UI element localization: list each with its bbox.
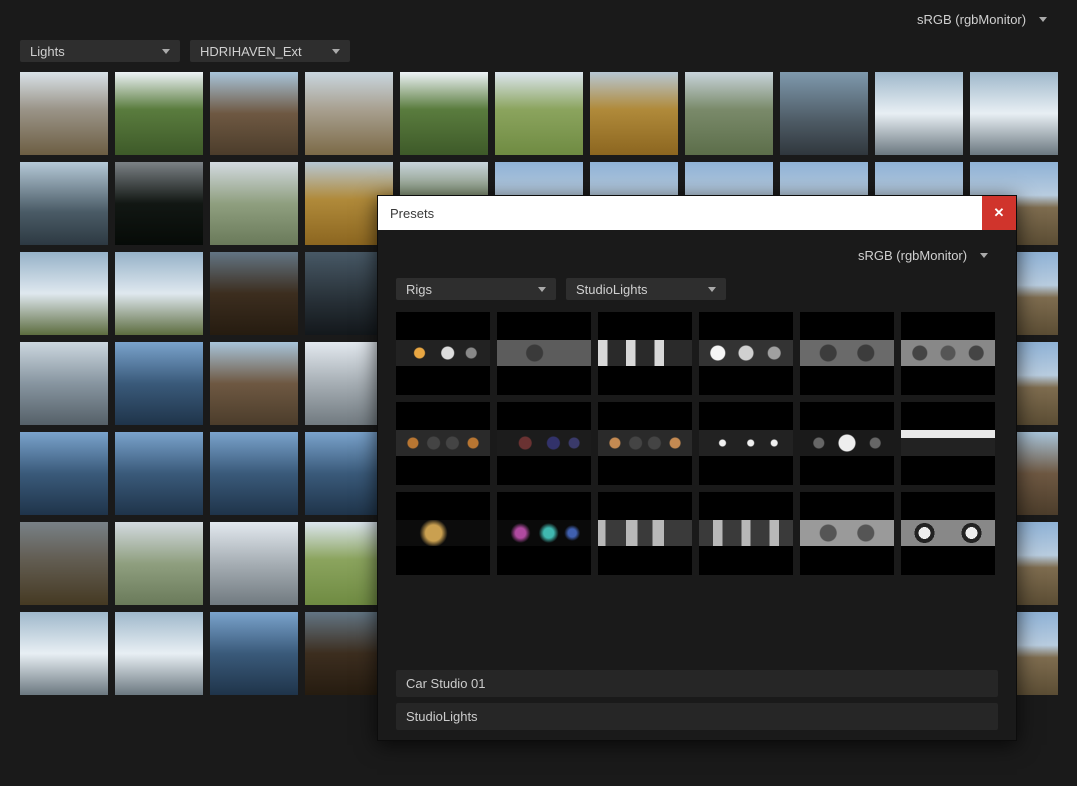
hdri-thumb[interactable]	[590, 72, 678, 155]
hdri-thumb[interactable]	[115, 522, 203, 605]
hdri-thumb[interactable]	[20, 342, 108, 425]
chevron-down-icon	[538, 287, 546, 292]
studio-thumb[interactable]	[800, 402, 894, 485]
dialog-header: Presets ✕	[378, 196, 1016, 230]
hdri-thumb[interactable]	[115, 252, 203, 335]
studio-grid	[396, 312, 998, 575]
hdri-thumb[interactable]	[875, 72, 963, 155]
studio-thumb[interactable]	[901, 312, 995, 395]
studio-thumb[interactable]	[497, 402, 591, 485]
hdri-thumb[interactable]	[210, 252, 298, 335]
studio-thumb[interactable]	[800, 492, 894, 575]
library-label: HDRIHAVEN_Ext	[200, 44, 302, 59]
chevron-down-icon	[1039, 17, 1047, 22]
studio-thumb[interactable]	[396, 312, 490, 395]
colorspace-dropdown[interactable]: sRGB (rgbMonitor)	[907, 8, 1057, 30]
hdri-thumb[interactable]	[210, 612, 298, 695]
preset-name-value: Car Studio 01	[406, 676, 486, 691]
hdri-thumb[interactable]	[210, 342, 298, 425]
studio-thumb[interactable]	[497, 312, 591, 395]
hdri-thumb[interactable]	[115, 72, 203, 155]
hdri-thumb[interactable]	[20, 432, 108, 515]
close-button[interactable]: ✕	[982, 196, 1016, 230]
hdri-thumb[interactable]	[210, 72, 298, 155]
hdri-thumb[interactable]	[780, 72, 868, 155]
hdri-thumb[interactable]	[20, 612, 108, 695]
close-icon: ✕	[994, 205, 1005, 221]
chevron-down-icon	[980, 253, 988, 258]
chevron-down-icon	[708, 287, 716, 292]
studio-thumb[interactable]	[800, 312, 894, 395]
modal-category-dropdown[interactable]: Rigs	[396, 278, 556, 300]
hdri-thumb[interactable]	[115, 432, 203, 515]
studio-thumb[interactable]	[396, 402, 490, 485]
colorspace-label: sRGB (rgbMonitor)	[917, 12, 1026, 27]
library-dropdown[interactable]: HDRIHAVEN_Ext	[190, 40, 350, 62]
hdri-thumb[interactable]	[685, 72, 773, 155]
hdri-thumb[interactable]	[115, 162, 203, 245]
studio-thumb[interactable]	[901, 402, 995, 485]
hdri-thumb[interactable]	[210, 432, 298, 515]
dialog-title: Presets	[390, 206, 434, 221]
category-label: Lights	[30, 44, 65, 59]
modal-colorspace-label: sRGB (rgbMonitor)	[858, 248, 967, 263]
hdri-thumb[interactable]	[115, 612, 203, 695]
studio-thumb[interactable]	[901, 492, 995, 575]
preset-name-field[interactable]: Car Studio 01	[396, 670, 998, 697]
hdri-thumb[interactable]	[20, 522, 108, 605]
modal-colorspace-dropdown[interactable]: sRGB (rgbMonitor)	[848, 244, 998, 266]
library-name-field[interactable]: StudioLights	[396, 703, 998, 730]
studio-thumb[interactable]	[699, 492, 793, 575]
hdri-thumb[interactable]	[305, 72, 393, 155]
modal-category-label: Rigs	[406, 282, 432, 297]
hdri-thumb[interactable]	[400, 72, 488, 155]
studio-thumb[interactable]	[497, 492, 591, 575]
hdri-thumb[interactable]	[210, 522, 298, 605]
hdri-thumb[interactable]	[20, 252, 108, 335]
studio-thumb[interactable]	[699, 402, 793, 485]
chevron-down-icon	[162, 49, 170, 54]
hdri-thumb[interactable]	[20, 162, 108, 245]
presets-dialog: Presets ✕ sRGB (rgbMonitor) Rigs StudioL…	[377, 195, 1017, 741]
studio-thumb[interactable]	[598, 402, 692, 485]
studio-thumb[interactable]	[699, 312, 793, 395]
hdri-thumb[interactable]	[115, 342, 203, 425]
chevron-down-icon	[332, 49, 340, 54]
studio-thumb[interactable]	[396, 492, 490, 575]
studio-thumb[interactable]	[598, 492, 692, 575]
modal-library-dropdown[interactable]: StudioLights	[566, 278, 726, 300]
hdri-thumb[interactable]	[970, 72, 1058, 155]
hdri-thumb[interactable]	[495, 72, 583, 155]
studio-thumb[interactable]	[598, 312, 692, 395]
modal-library-label: StudioLights	[576, 282, 648, 297]
category-dropdown[interactable]: Lights	[20, 40, 180, 62]
hdri-thumb[interactable]	[210, 162, 298, 245]
hdri-thumb[interactable]	[20, 72, 108, 155]
library-name-value: StudioLights	[406, 709, 478, 724]
